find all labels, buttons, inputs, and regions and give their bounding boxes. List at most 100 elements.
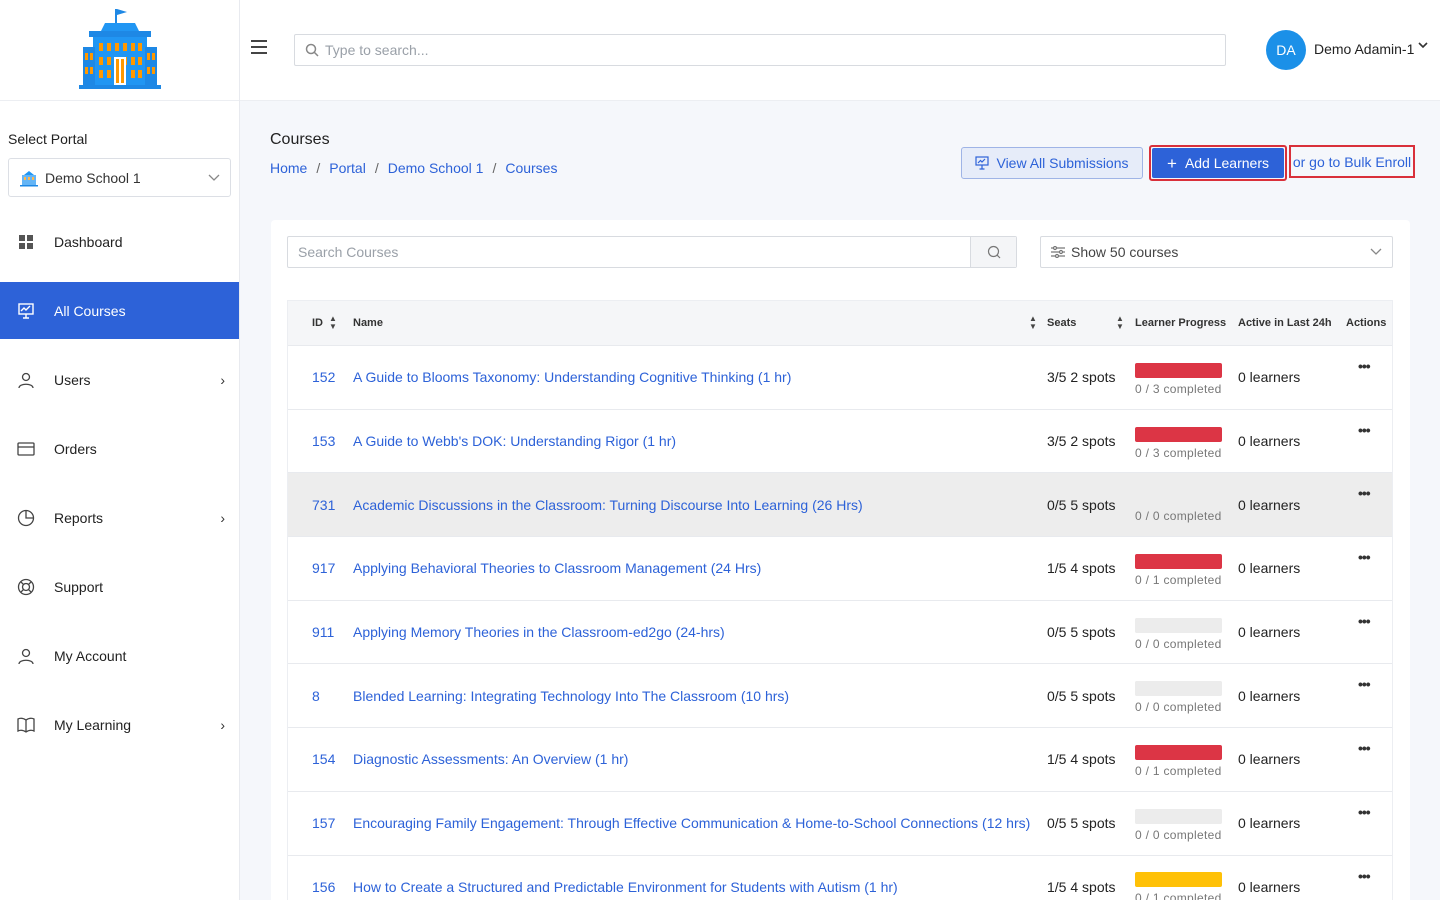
sidebar-item-reports[interactable]: Reports › (0, 483, 239, 552)
sidebar-item-users[interactable]: Users › (0, 345, 239, 414)
more-actions-icon[interactable]: ••• (1358, 804, 1371, 820)
column-name-header[interactable]: Name (353, 301, 383, 345)
view-all-submissions-button[interactable]: View All Submissions (961, 147, 1143, 179)
course-id[interactable]: 8 (312, 664, 320, 727)
chevron-down-icon[interactable] (1418, 40, 1428, 52)
table-row[interactable]: 917 Applying Behavioral Theories to Clas… (288, 536, 1392, 600)
table-row[interactable]: 152 A Guide to Blooms Taxonomy: Understa… (288, 345, 1392, 409)
global-search-input[interactable] (325, 42, 1205, 58)
table-row[interactable]: 156 How to Create a Structured and Predi… (288, 854, 1392, 900)
progress-text: 0 / 1 completed (1135, 572, 1222, 587)
course-id[interactable]: 157 (312, 792, 335, 855)
course-name-link[interactable]: A Guide to Webb's DOK: Understanding Rig… (353, 410, 676, 473)
more-actions-icon[interactable]: ••• (1358, 676, 1371, 692)
course-name-link[interactable]: Academic Discussions in the Classroom: T… (353, 473, 863, 536)
course-id[interactable]: 153 (312, 410, 335, 473)
sidebar-item-label: Dashboard (54, 233, 123, 250)
progress-bar (1135, 808, 1222, 824)
card-icon (16, 439, 36, 459)
more-actions-icon[interactable]: ••• (1358, 549, 1371, 565)
logo[interactable] (0, 0, 239, 101)
search-courses-button[interactable] (970, 237, 1016, 267)
courses-table: ID ▲ ▼ Name ▲ ▼ Seats ▲ ▼ Learner Progress … (287, 300, 1393, 900)
sidebar-item-label: All Courses (54, 302, 126, 319)
school-icon (20, 170, 38, 186)
progress-text: 0 / 3 completed (1135, 381, 1222, 396)
sidebar-item-my-account[interactable]: My Account (0, 621, 239, 690)
course-id[interactable]: 917 (312, 537, 335, 600)
hamburger-menu-icon[interactable] (251, 40, 267, 54)
course-id[interactable]: 731 (312, 473, 335, 536)
search-courses-input[interactable] (288, 237, 970, 267)
learner-progress: 0 / 3 completed (1135, 410, 1222, 473)
course-name-link[interactable]: Blended Learning: Integrating Technology… (353, 664, 789, 727)
sidebar-item-orders[interactable]: Orders (0, 414, 239, 483)
user-name[interactable]: Demo Adamin-1 (1314, 41, 1414, 57)
course-seats: 0/5 5 spots (1047, 815, 1116, 832)
sidebar-item-support[interactable]: Support (0, 552, 239, 621)
column-name-sort[interactable]: ▲ ▼ (1023, 301, 1037, 345)
sidebar-item-dashboard[interactable]: Dashboard (0, 207, 239, 276)
breadcrumb-portal[interactable]: Portal (329, 160, 366, 176)
active-learners: 0 learners (1238, 560, 1301, 577)
breadcrumb-school[interactable]: Demo School 1 (388, 160, 484, 176)
portal-select[interactable]: Demo School 1 (8, 158, 231, 197)
course-id[interactable]: 152 (312, 346, 335, 409)
table-row[interactable]: 157 Encouraging Family Engagement: Throu… (288, 790, 1392, 855)
more-actions-icon[interactable]: ••• (1358, 358, 1371, 374)
sidebar-item-all-courses[interactable]: All Courses (0, 282, 239, 339)
breadcrumb-courses[interactable]: Courses (505, 160, 557, 176)
more-actions-icon[interactable]: ••• (1358, 868, 1371, 884)
course-name-link[interactable]: Applying Memory Theories in the Classroo… (353, 601, 725, 664)
progress-bar (1135, 553, 1222, 569)
column-seats-header[interactable]: Seats (1047, 301, 1076, 345)
more-actions-icon[interactable]: ••• (1358, 485, 1371, 501)
show-courses-select[interactable]: Show 50 courses (1040, 236, 1393, 268)
avatar[interactable]: DA (1266, 30, 1306, 70)
chevron-down-icon (208, 174, 220, 181)
column-actions-header: Actions (1346, 301, 1386, 345)
table-row[interactable]: 8 Blended Learning: Integrating Technolo… (288, 663, 1392, 727)
course-name-link[interactable]: How to Create a Structured and Predictab… (353, 856, 898, 900)
breadcrumb-home[interactable]: Home (270, 160, 307, 176)
bulk-enroll-link[interactable]: or go to Bulk Enroll (1289, 145, 1415, 178)
sort-icon: ▲ ▼ (329, 314, 337, 331)
table-header: ID ▲ ▼ Name ▲ ▼ Seats ▲ ▼ Learner Progress … (288, 301, 1392, 345)
learner-progress: 0 / 1 completed (1135, 856, 1222, 900)
add-learners-button[interactable]: + Add Learners (1149, 145, 1287, 181)
table-row[interactable]: 153 A Guide to Webb's DOK: Understanding… (288, 408, 1392, 473)
learner-progress: 0 / 1 completed (1135, 728, 1222, 791)
course-id[interactable]: 156 (312, 856, 335, 900)
course-seats: 1/5 4 spots (1047, 560, 1116, 577)
course-name-link[interactable]: A Guide to Blooms Taxonomy: Understandin… (353, 346, 791, 409)
course-name-link[interactable]: Applying Behavioral Theories to Classroo… (353, 537, 761, 600)
table-row[interactable]: 154 Diagnostic Assessments: An Overview … (288, 727, 1392, 791)
course-id[interactable]: 911 (312, 601, 334, 664)
active-learners: 0 learners (1238, 815, 1301, 832)
more-actions-icon[interactable]: ••• (1358, 740, 1371, 756)
column-label: Name (353, 317, 383, 329)
sidebar-item-my-learning[interactable]: My Learning › (0, 690, 239, 759)
course-seats: 0/5 5 spots (1047, 624, 1116, 641)
column-label: ID (312, 317, 323, 329)
course-name-link[interactable]: Diagnostic Assessments: An Overview (1 h… (353, 728, 628, 791)
progress-bar (1135, 744, 1222, 760)
sidebar-nav: Dashboard All Courses Users › Orders Rep… (0, 207, 239, 759)
course-id[interactable]: 154 (312, 728, 335, 791)
course-seats: 0/5 5 spots (1047, 496, 1116, 513)
progress-text: 0 / 1 completed (1135, 891, 1222, 900)
progress-text: 0 / 0 completed (1135, 827, 1222, 842)
more-actions-icon[interactable]: ••• (1358, 422, 1371, 438)
course-seats: 1/5 4 spots (1047, 878, 1116, 895)
table-row[interactable]: 911 Applying Memory Theories in the Clas… (288, 599, 1392, 664)
active-learners: 0 learners (1238, 751, 1301, 768)
progress-bar (1135, 362, 1222, 378)
column-id-header[interactable]: ID ▲ ▼ (312, 301, 337, 345)
courses-card: Show 50 courses ID ▲▼ Name ▲▼ Seats ▲▼ L… (271, 220, 1410, 900)
more-actions-icon[interactable]: ••• (1358, 613, 1371, 629)
table-row[interactable]: 731 Academic Discussions in the Classroo… (288, 472, 1392, 537)
chevron-right-icon: › (220, 509, 225, 526)
column-progress-header: Learner Progress (1135, 301, 1226, 345)
course-name-link[interactable]: Encouraging Family Engagement: Through E… (353, 792, 1030, 855)
column-seats-sort[interactable]: ▲ ▼ (1110, 301, 1124, 345)
